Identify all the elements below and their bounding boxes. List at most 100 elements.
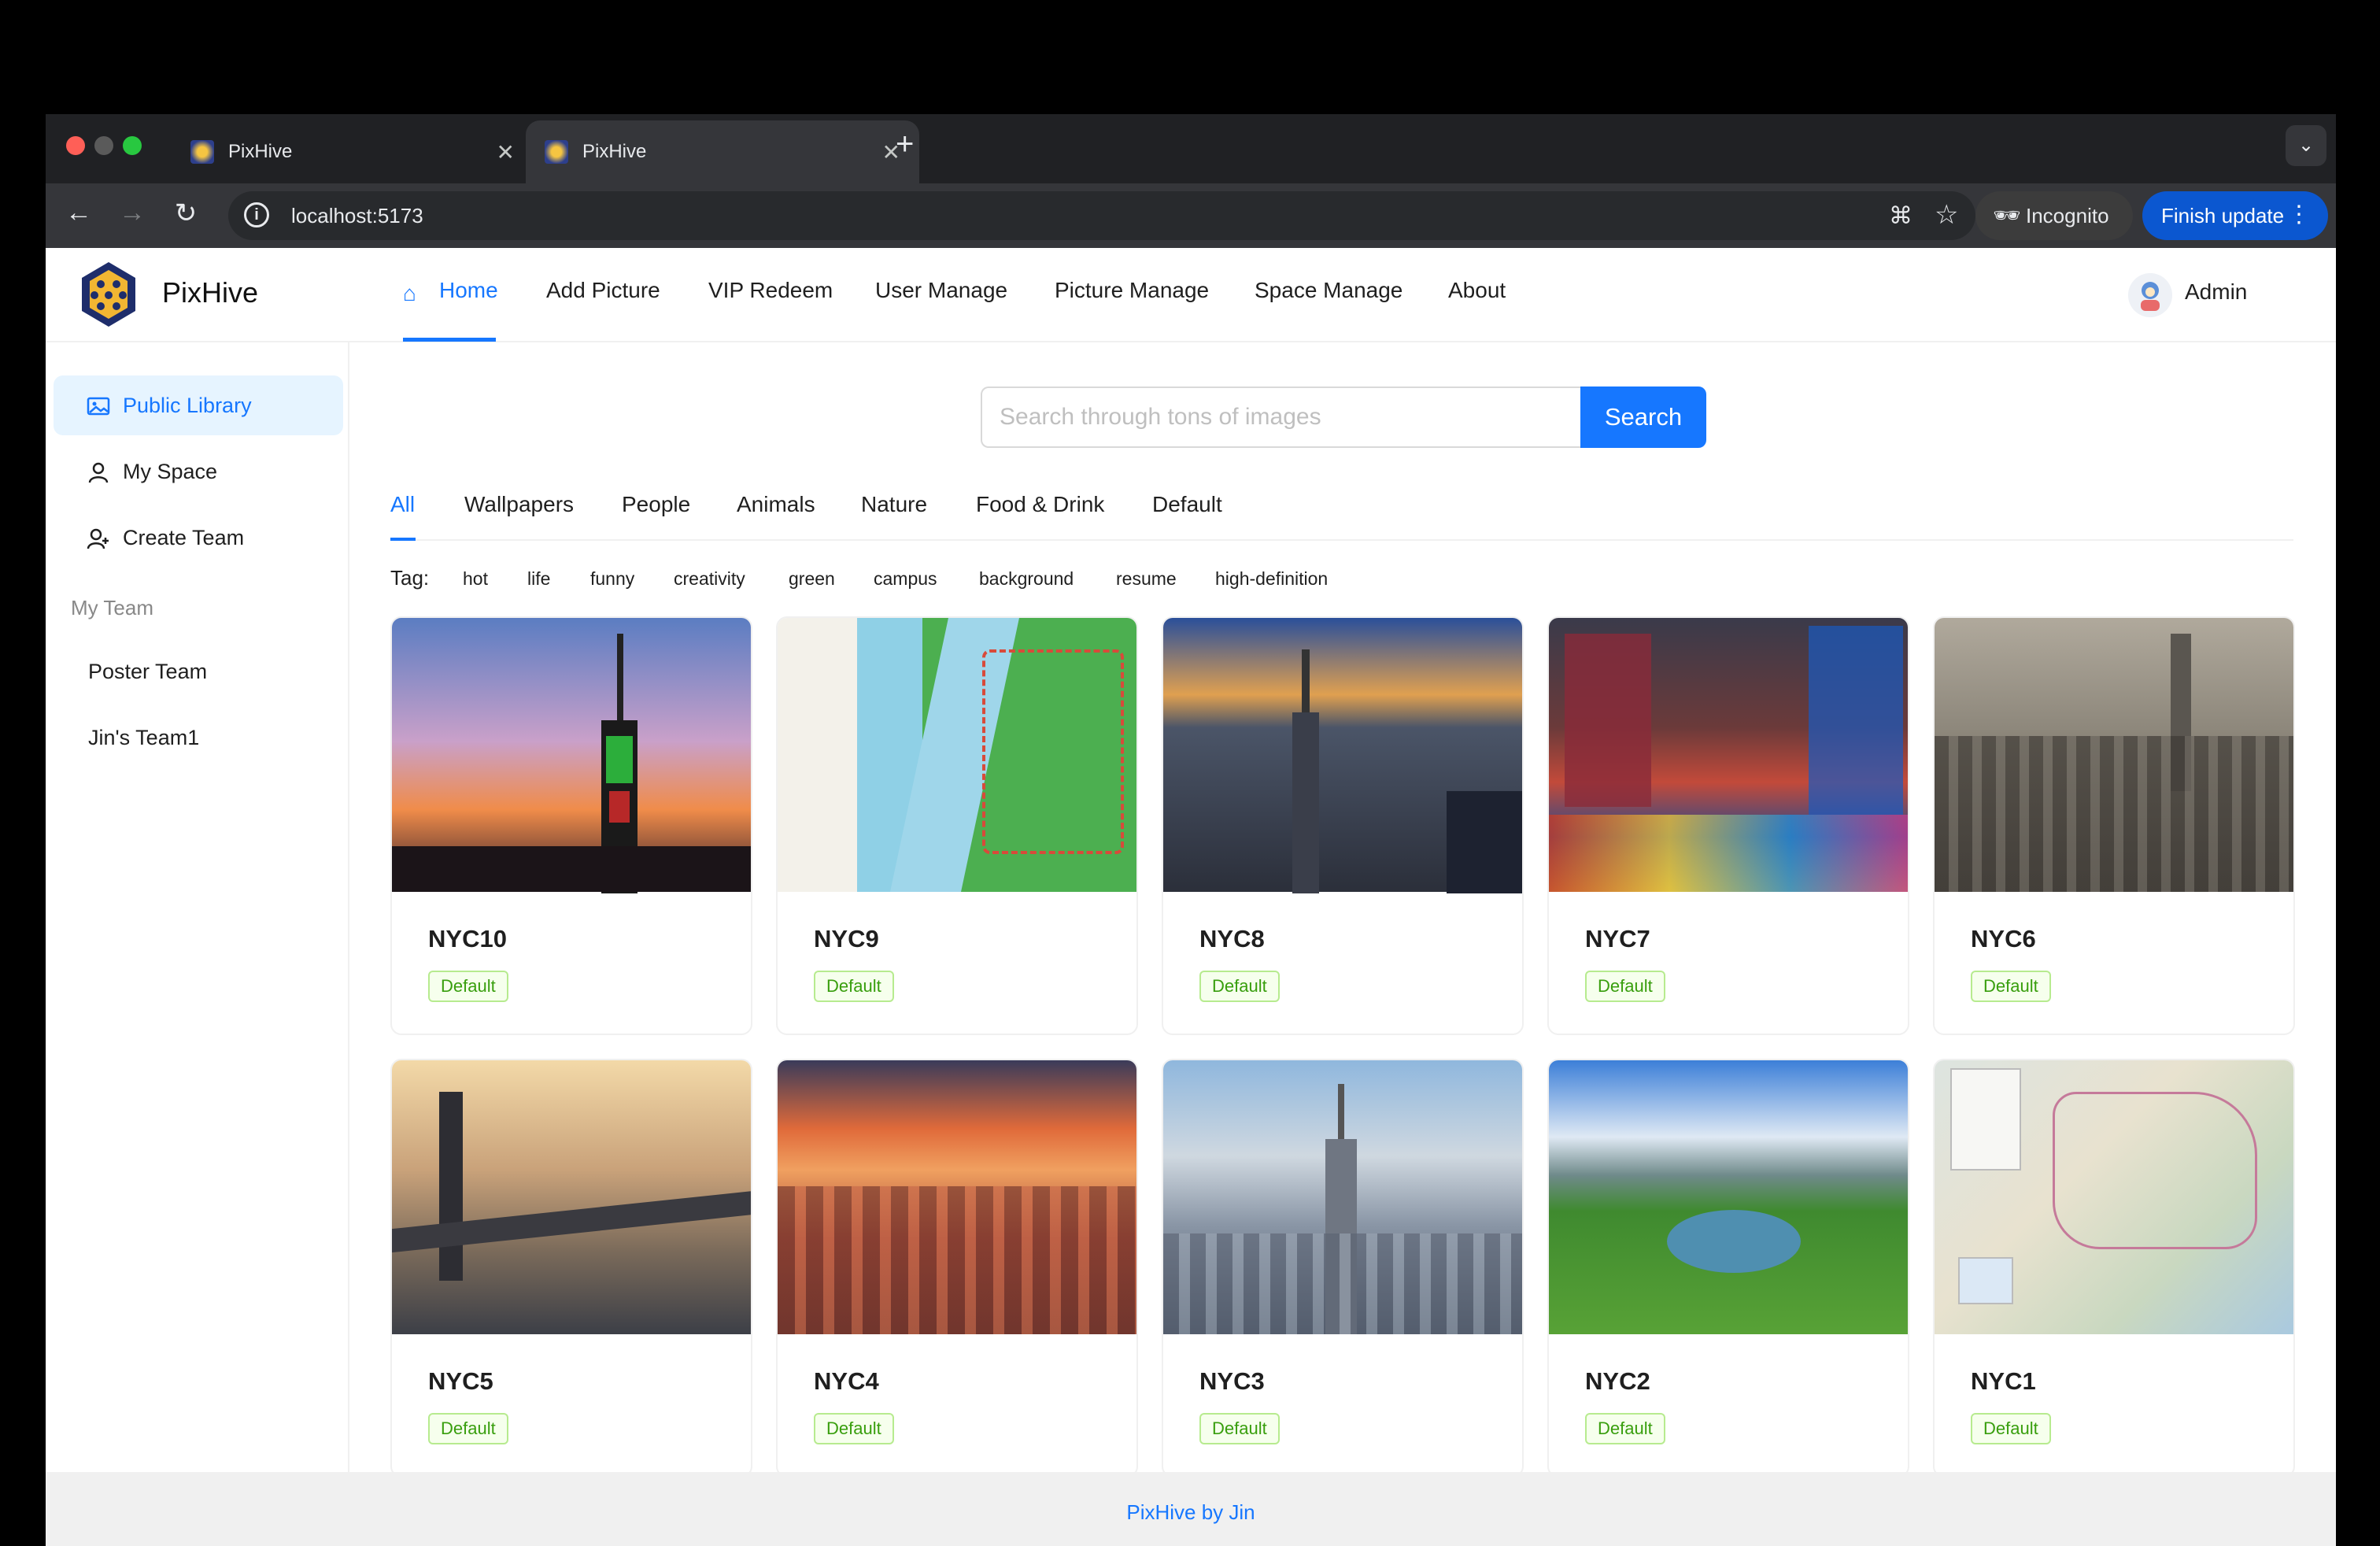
- reload-icon[interactable]: ↻: [168, 198, 203, 229]
- back-arrow-icon[interactable]: ←: [61, 198, 96, 228]
- picture-title: NYC7: [1585, 925, 1650, 952]
- picture-card[interactable]: NYC3 Default: [1162, 1059, 1524, 1478]
- search-button[interactable]: Search: [1580, 386, 1706, 448]
- tab-animals[interactable]: Animals: [737, 492, 815, 517]
- incognito-indicator[interactable]: 🕶 Incognito: [1975, 191, 2133, 240]
- forward-arrow-icon[interactable]: →: [115, 198, 150, 228]
- tab-search-chevron-icon[interactable]: ⌄: [2286, 125, 2326, 166]
- tab-bar: PixHive ✕ PixHive ✕ + ⌄: [46, 114, 2336, 183]
- category-badge: Default: [428, 1413, 508, 1444]
- category-badge: Default: [1585, 1413, 1665, 1444]
- browser-tab-active[interactable]: PixHive ✕: [526, 120, 919, 183]
- tag-high-definition[interactable]: high-definition: [1215, 568, 1328, 590]
- picture-card[interactable]: NYC1 Default: [1933, 1059, 2295, 1478]
- picture-card[interactable]: NYC8 Default: [1162, 616, 1524, 1035]
- tab-all[interactable]: All: [390, 492, 415, 517]
- browser-toolbar: ← → ↻ i localhost:5173 ⌘ ☆ 🕶 Incognito F…: [46, 183, 2336, 248]
- footer-link[interactable]: PixHive by Jin: [1126, 1500, 1255, 1525]
- tag-campus[interactable]: campus: [874, 568, 937, 590]
- incognito-label: Incognito: [2026, 203, 2109, 227]
- nav-about[interactable]: About: [1448, 278, 1506, 303]
- zoom-window-button[interactable]: [123, 136, 142, 155]
- nav-user-manage[interactable]: User Manage: [875, 278, 1007, 303]
- picture-icon: [87, 397, 110, 416]
- more-vertical-icon[interactable]: ⋮: [2287, 201, 2311, 228]
- tab-title: PixHive: [582, 141, 647, 162]
- username[interactable]: Admin: [2185, 279, 2247, 305]
- nav-vip-redeem[interactable]: VIP Redeem: [708, 278, 833, 303]
- brand-name[interactable]: PixHive: [162, 276, 258, 309]
- picture-title: NYC4: [814, 1367, 879, 1395]
- picture-thumbnail[interactable]: [1549, 1060, 1908, 1334]
- picture-thumbnail[interactable]: [778, 618, 1136, 892]
- sidebar: Public Library My Space Create Team My T…: [46, 342, 349, 1546]
- tag-life[interactable]: life: [527, 568, 550, 590]
- sidebar-item-public-library[interactable]: Public Library: [54, 375, 343, 435]
- sidebar-item-my-space[interactable]: My Space: [54, 442, 343, 501]
- picture-thumbnail[interactable]: [1549, 618, 1908, 892]
- category-badge: Default: [1585, 971, 1665, 1002]
- tag-creativity[interactable]: creativity: [674, 568, 745, 590]
- tag-resume[interactable]: resume: [1116, 568, 1177, 590]
- picture-thumbnail[interactable]: [1935, 618, 2293, 892]
- picture-title: NYC5: [428, 1367, 493, 1395]
- minimize-window-button[interactable]: [94, 136, 113, 155]
- picture-title: NYC9: [814, 925, 879, 952]
- browser-tab[interactable]: PixHive ✕: [172, 120, 534, 183]
- picture-title: NYC10: [428, 925, 507, 952]
- picture-thumbnail[interactable]: [1163, 618, 1522, 893]
- category-badge: Default: [1199, 971, 1280, 1002]
- picture-card[interactable]: NYC10 Default: [390, 616, 752, 1035]
- nav-picture-manage[interactable]: Picture Manage: [1055, 278, 1209, 303]
- picture-card[interactable]: NYC4 Default: [776, 1059, 1138, 1478]
- picture-title: NYC3: [1199, 1367, 1265, 1395]
- picture-title: NYC1: [1971, 1367, 2036, 1395]
- close-icon[interactable]: ✕: [497, 139, 515, 165]
- tab-wallpapers[interactable]: Wallpapers: [464, 492, 574, 517]
- sidebar-item-poster-team[interactable]: Poster Team: [54, 642, 343, 701]
- tag-funny[interactable]: funny: [590, 568, 634, 590]
- pixhive-favicon-icon: [190, 140, 214, 164]
- tab-default[interactable]: Default: [1152, 492, 1222, 517]
- picture-thumbnail[interactable]: [1935, 1060, 2293, 1334]
- nav-space-manage[interactable]: Space Manage: [1255, 278, 1402, 303]
- picture-card[interactable]: NYC2 Default: [1547, 1059, 1909, 1478]
- picture-card[interactable]: NYC5 Default: [390, 1059, 752, 1478]
- picture-card[interactable]: NYC6 Default: [1933, 616, 2295, 1035]
- pixhive-favicon-icon: [545, 140, 568, 164]
- picture-card[interactable]: NYC9 Default: [776, 616, 1138, 1035]
- site-info-icon[interactable]: i: [244, 202, 269, 227]
- tag-background[interactable]: background: [979, 568, 1074, 590]
- active-tab-underline: [390, 538, 416, 541]
- tag-hot[interactable]: hot: [463, 568, 488, 590]
- new-tab-button[interactable]: +: [896, 127, 914, 162]
- picture-card[interactable]: NYC7 Default: [1547, 616, 1909, 1035]
- tab-people[interactable]: People: [622, 492, 690, 517]
- sidebar-item-label: Jin's Team1: [88, 725, 200, 749]
- nav-home[interactable]: Home: [439, 278, 498, 303]
- picture-thumbnail[interactable]: [1163, 1060, 1522, 1334]
- sidebar-item-label: Create Team: [123, 525, 245, 549]
- picture-thumbnail[interactable]: [778, 1060, 1136, 1334]
- picture-thumbnail[interactable]: [392, 1060, 751, 1334]
- close-window-button[interactable]: [66, 136, 85, 155]
- address-bar[interactable]: i localhost:5173 ⌘ ☆: [228, 191, 1975, 240]
- sidebar-item-label: Poster Team: [88, 659, 208, 683]
- tab-nature[interactable]: Nature: [861, 492, 927, 517]
- picture-thumbnail[interactable]: [392, 618, 751, 893]
- search-input[interactable]: Search through tons of images: [981, 386, 1580, 448]
- nav-add-picture[interactable]: Add Picture: [546, 278, 660, 303]
- category-badge: Default: [814, 971, 894, 1002]
- home-icon: ⌂: [403, 281, 416, 305]
- sidebar-item-create-team[interactable]: Create Team: [54, 508, 343, 568]
- tab-food-drink[interactable]: Food & Drink: [976, 492, 1104, 517]
- avatar[interactable]: [2128, 273, 2172, 317]
- tag-label: Tag:: [390, 566, 430, 590]
- finish-update-button[interactable]: Finish update ⋮: [2142, 191, 2328, 240]
- tab-title: PixHive: [228, 141, 293, 162]
- bookmark-star-icon[interactable]: ☆: [1935, 199, 1958, 231]
- sidebar-item-jins-team1[interactable]: Jin's Team1: [54, 708, 343, 767]
- tag-green[interactable]: green: [789, 568, 835, 590]
- translate-icon[interactable]: ⌘: [1889, 202, 1913, 230]
- url-text: localhost:5173: [291, 203, 423, 227]
